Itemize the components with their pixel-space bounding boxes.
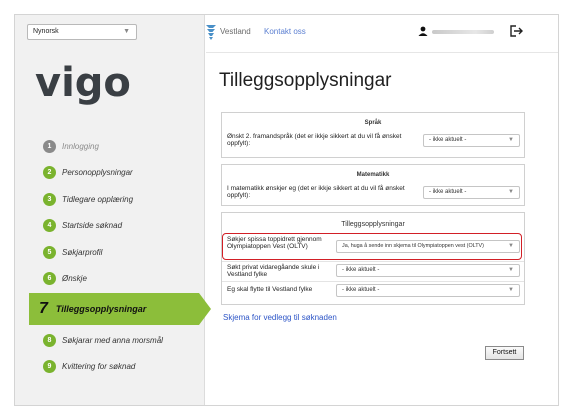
chevron-down-icon: ▼: [508, 189, 514, 195]
step-4[interactable]: 4 Startside søknad: [15, 213, 205, 240]
question-label: Eg skal flytte til Vestland fylke: [227, 286, 313, 293]
section-matematikk: Matematikk I matematikk ønskjer eg (det …: [221, 164, 525, 206]
step-1[interactable]: 1 Innlogging: [15, 133, 205, 160]
step-label: Innlogging: [62, 141, 99, 151]
section-title: Matematikk: [356, 172, 390, 178]
privat-skule-select[interactable]: - ikke aktuelt - ▼: [336, 264, 520, 277]
page-title: Tilleggsopplysningar: [219, 70, 392, 91]
step-list: 1 Innlogging 2 Personopplysningar 3 Tidl…: [15, 133, 211, 381]
form-row-oltv: Søkjer spissa toppidrett gjennom Olympia…: [222, 235, 524, 261]
form-row-flytte: Eg skal flytte til Vestland fylke - ikke…: [222, 281, 524, 299]
chevron-down-icon: ▼: [508, 243, 514, 249]
chevron-down-icon: ▼: [123, 28, 130, 35]
step-number: 4: [43, 219, 56, 233]
step-label: Søkjarar med anna morsmål: [62, 335, 163, 345]
step-label: Tilleggsopplysningar: [55, 304, 147, 314]
vigo-logo: vigo: [35, 60, 131, 106]
question-label: Søkjer spissa toppidrett gjennom Olympia…: [227, 236, 322, 250]
step-3[interactable]: 3 Tidlegare opplæring: [15, 186, 205, 213]
chevron-down-icon: ▼: [508, 287, 514, 293]
step-6[interactable]: 6 Ønskje: [15, 266, 205, 293]
select-value: Ja, huga å sende inn skjema til Olympiat…: [342, 243, 484, 249]
section-title: Språk: [364, 120, 382, 126]
step-number: 7: [39, 300, 48, 317]
form-row: I matematikk ønskjer eg (det er ikkje si…: [222, 183, 524, 205]
language-select-value: Nynorsk: [33, 28, 59, 35]
step-number: 6: [43, 272, 56, 286]
sidebar: Nynorsk ▼ vigo 1 Innlogging 2 Personoppl…: [15, 15, 211, 405]
section-tilleggsopplysningar: Tilleggsopplysningar Søkjer spissa toppi…: [221, 212, 525, 305]
chevron-down-icon: ▼: [508, 137, 514, 143]
step-number: 5: [43, 245, 56, 259]
step-8[interactable]: 8 Søkjarar med anna morsmål: [15, 327, 205, 354]
user-icon: [418, 26, 428, 36]
section-sprak: Språk Ønskt 2. framandspråk (det er ikkj…: [221, 112, 525, 158]
select-value: - ikke aktuelt -: [342, 267, 380, 273]
question-label: Søkt privat vidaregåande skule i Vestlan…: [227, 264, 320, 278]
org-name: Vestland: [220, 27, 251, 36]
vestland-emblem-icon: [206, 25, 216, 40]
select-value: - ikke aktuelt -: [342, 287, 380, 293]
step-label: Personopplysningar: [62, 168, 133, 178]
step-label: Ønskje: [62, 274, 87, 284]
select-value: - ikke aktuelt -: [429, 189, 467, 195]
continue-button[interactable]: Fortsett: [485, 346, 524, 360]
step-number: 3: [43, 192, 56, 206]
step-label: Kvittering for søknad: [62, 362, 136, 372]
step-5[interactable]: 5 Søkjarprofil: [15, 239, 205, 266]
step-label: Søkjarprofil: [62, 247, 103, 257]
step-label: Startside søknad: [62, 221, 123, 231]
chevron-down-icon: ▼: [508, 267, 514, 273]
step-9[interactable]: 9 Kvittering for søknad: [15, 354, 205, 381]
oltv-select[interactable]: Ja, huga å sende inn skjema til Olympiat…: [336, 240, 520, 253]
step-number: 8: [43, 333, 56, 347]
question-label: I matematikk ønskjer eg (det er ikkje si…: [227, 185, 405, 199]
flytte-select[interactable]: - ikke aktuelt - ▼: [336, 284, 520, 297]
form-row: Ønskt 2. framandspråk (det er ikkje sikk…: [222, 131, 524, 153]
form-row-privat-skule: Søkt privat vidaregåande skule i Vestlan…: [222, 261, 524, 281]
step-number: 2: [43, 166, 56, 180]
step-7-active[interactable]: 7 Tilleggsopplysningar: [15, 293, 211, 325]
contact-link[interactable]: Kontakt oss: [264, 27, 306, 36]
logout-icon[interactable]: [510, 25, 523, 37]
step-label: Tidlegare opplæring: [62, 194, 134, 204]
matematikk-select[interactable]: - ikke aktuelt - ▼: [423, 186, 520, 199]
language-select[interactable]: Nynorsk ▼: [27, 24, 137, 40]
step-2[interactable]: 2 Personopplysningar: [15, 160, 205, 187]
sprak-select[interactable]: - ikke aktuelt - ▼: [423, 134, 520, 147]
top-header: Vestland Kontakt oss: [206, 15, 558, 53]
user-name-redacted: [432, 30, 494, 34]
section-title: Tilleggsopplysningar: [341, 221, 405, 228]
attachment-form-link[interactable]: Skjema for vedlegg til søknaden: [223, 313, 337, 322]
step-number: 1: [43, 139, 56, 153]
step-number: 9: [43, 360, 56, 374]
question-label: Ønskt 2. framandspråk (det er ikkje sikk…: [227, 133, 402, 147]
select-value: - ikke aktuelt -: [429, 137, 467, 143]
